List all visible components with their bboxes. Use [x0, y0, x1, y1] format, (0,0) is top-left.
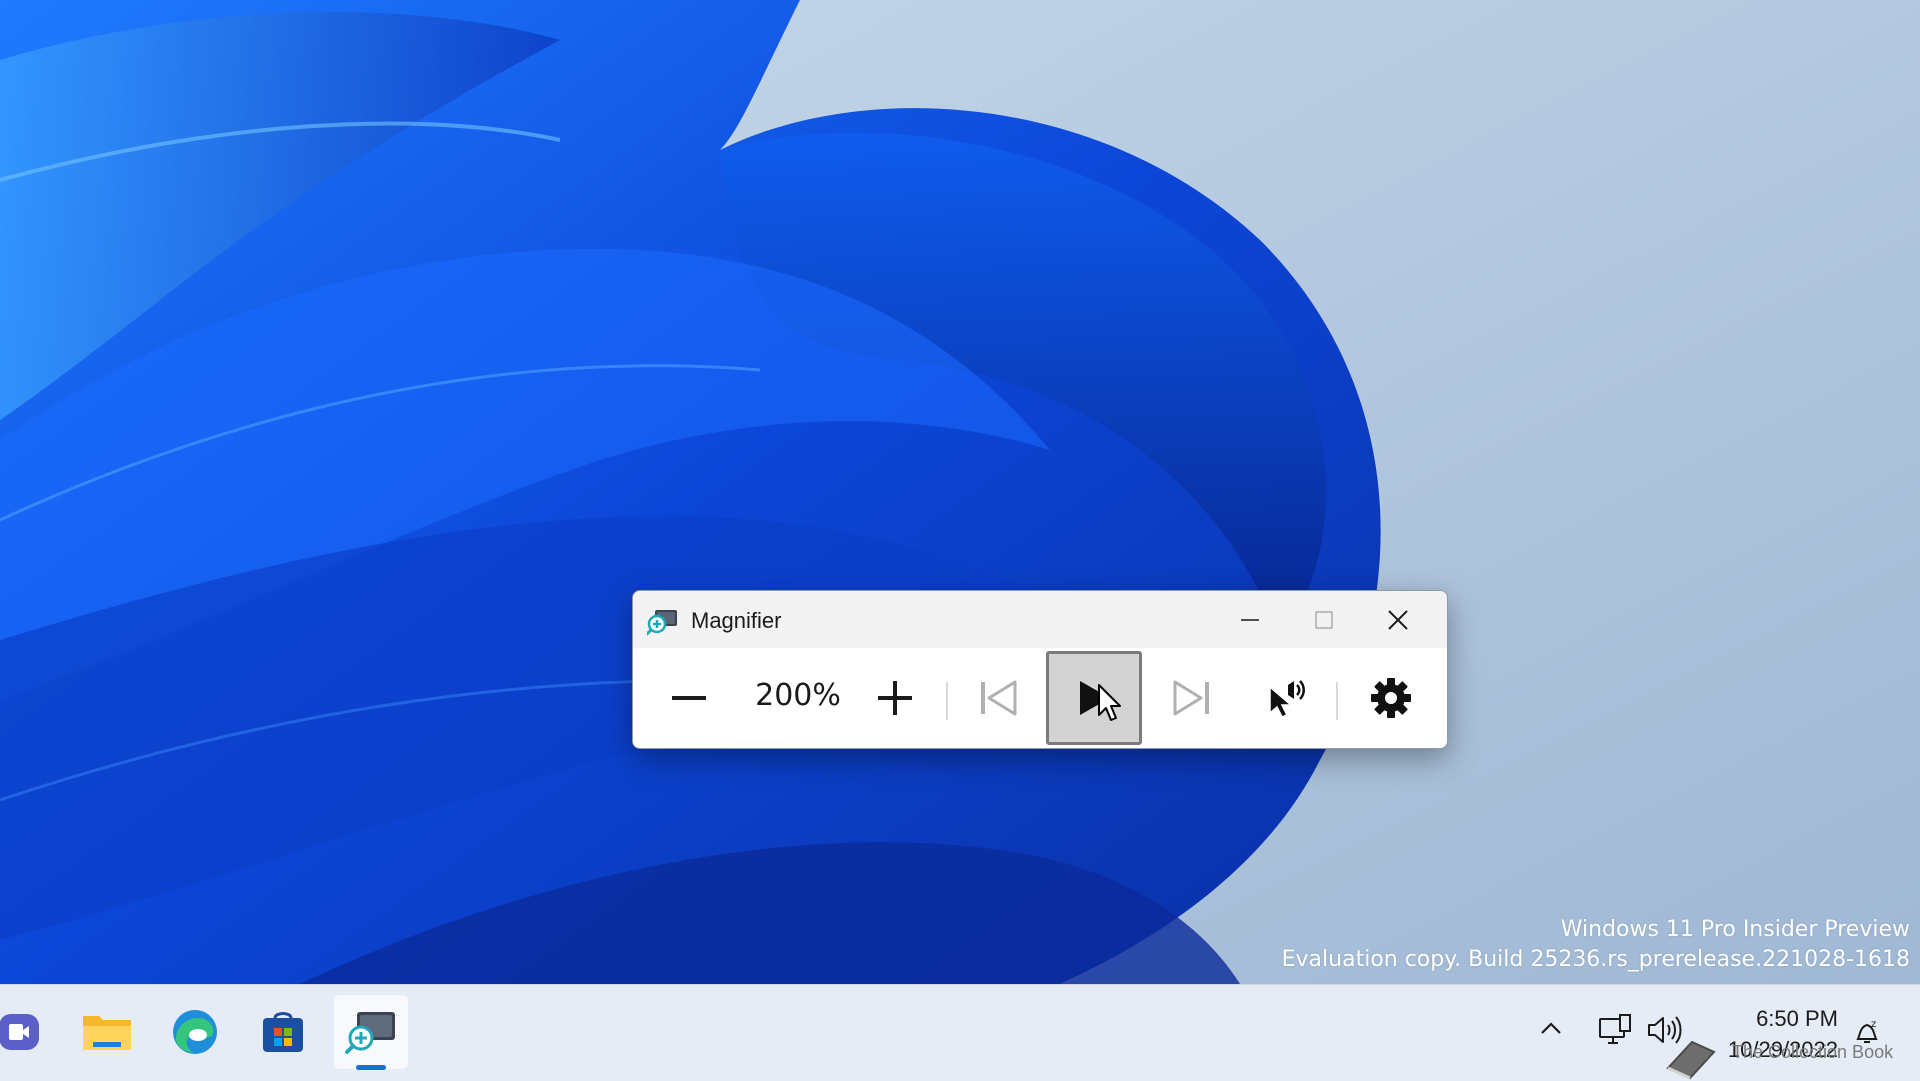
network-icon[interactable] [1598, 1013, 1632, 1047]
close-icon [1388, 609, 1408, 630]
taskbar-app-meet[interactable] [0, 995, 56, 1069]
chevron-up-icon[interactable] [1539, 1017, 1563, 1041]
magnifier-window: Magnifier 200% [632, 590, 1448, 749]
skip-previous-icon [981, 680, 1017, 716]
read-aloud-pointer-icon [1269, 680, 1305, 718]
book-icon [1666, 1040, 1716, 1080]
skip-next-icon [1173, 680, 1209, 716]
zoom-in-button[interactable] [855, 658, 935, 738]
svg-text:z: z [1871, 1019, 1876, 1030]
play-button[interactable] [1046, 651, 1142, 745]
next-button[interactable] [1152, 658, 1232, 738]
minimize-icon [1241, 618, 1259, 621]
previous-button[interactable] [958, 658, 1038, 738]
meet-icon [0, 1014, 39, 1050]
read-from-pointer-button[interactable] [1247, 658, 1327, 738]
maximize-button[interactable] [1287, 591, 1361, 648]
zoom-level: 200% [755, 678, 841, 713]
edge-icon [173, 1010, 217, 1054]
gear-icon [1371, 678, 1411, 718]
magnifier-icon [345, 1012, 395, 1054]
taskbar: 6:50 PM 10/29/2022 z [0, 984, 1920, 1081]
clock-time: 6:50 PM [1756, 1006, 1838, 1031]
plus-icon [878, 681, 912, 715]
watermark-edition: Windows 11 Pro Insider Preview [1560, 917, 1910, 942]
watermark-build: Evaluation copy. Build 25236.rs_prerelea… [1281, 947, 1910, 972]
magnifier-toolbar: 200% [633, 648, 1447, 748]
minimize-button[interactable] [1213, 591, 1287, 648]
toolbar-separator [946, 682, 948, 720]
taskbar-app-store[interactable] [246, 995, 320, 1069]
magnifier-titlebar[interactable]: Magnifier [633, 591, 1447, 648]
taskbar-app-magnifier[interactable] [334, 995, 408, 1069]
taskbar-app-file-explorer[interactable] [70, 995, 144, 1069]
build-watermark: Windows 11 Pro Insider Preview Evaluatio… [1282, 915, 1910, 975]
active-app-indicator [356, 1065, 386, 1070]
minus-icon [672, 696, 706, 700]
taskbar-app-edge[interactable] [158, 995, 232, 1069]
store-icon [263, 1012, 303, 1052]
collection-book-overlay: The Collection Book [1732, 1042, 1894, 1062]
window-title: Magnifier [691, 608, 782, 633]
mouse-cursor-icon [1098, 684, 1121, 721]
toolbar-separator [1336, 682, 1338, 720]
file-explorer-icon [83, 1016, 131, 1050]
magnifier-app-icon [647, 610, 677, 636]
settings-button[interactable] [1351, 658, 1431, 738]
close-button[interactable] [1361, 591, 1435, 648]
desktop-wallpaper [0, 0, 1920, 984]
zoom-out-button[interactable] [649, 658, 729, 738]
maximize-icon [1315, 610, 1333, 629]
